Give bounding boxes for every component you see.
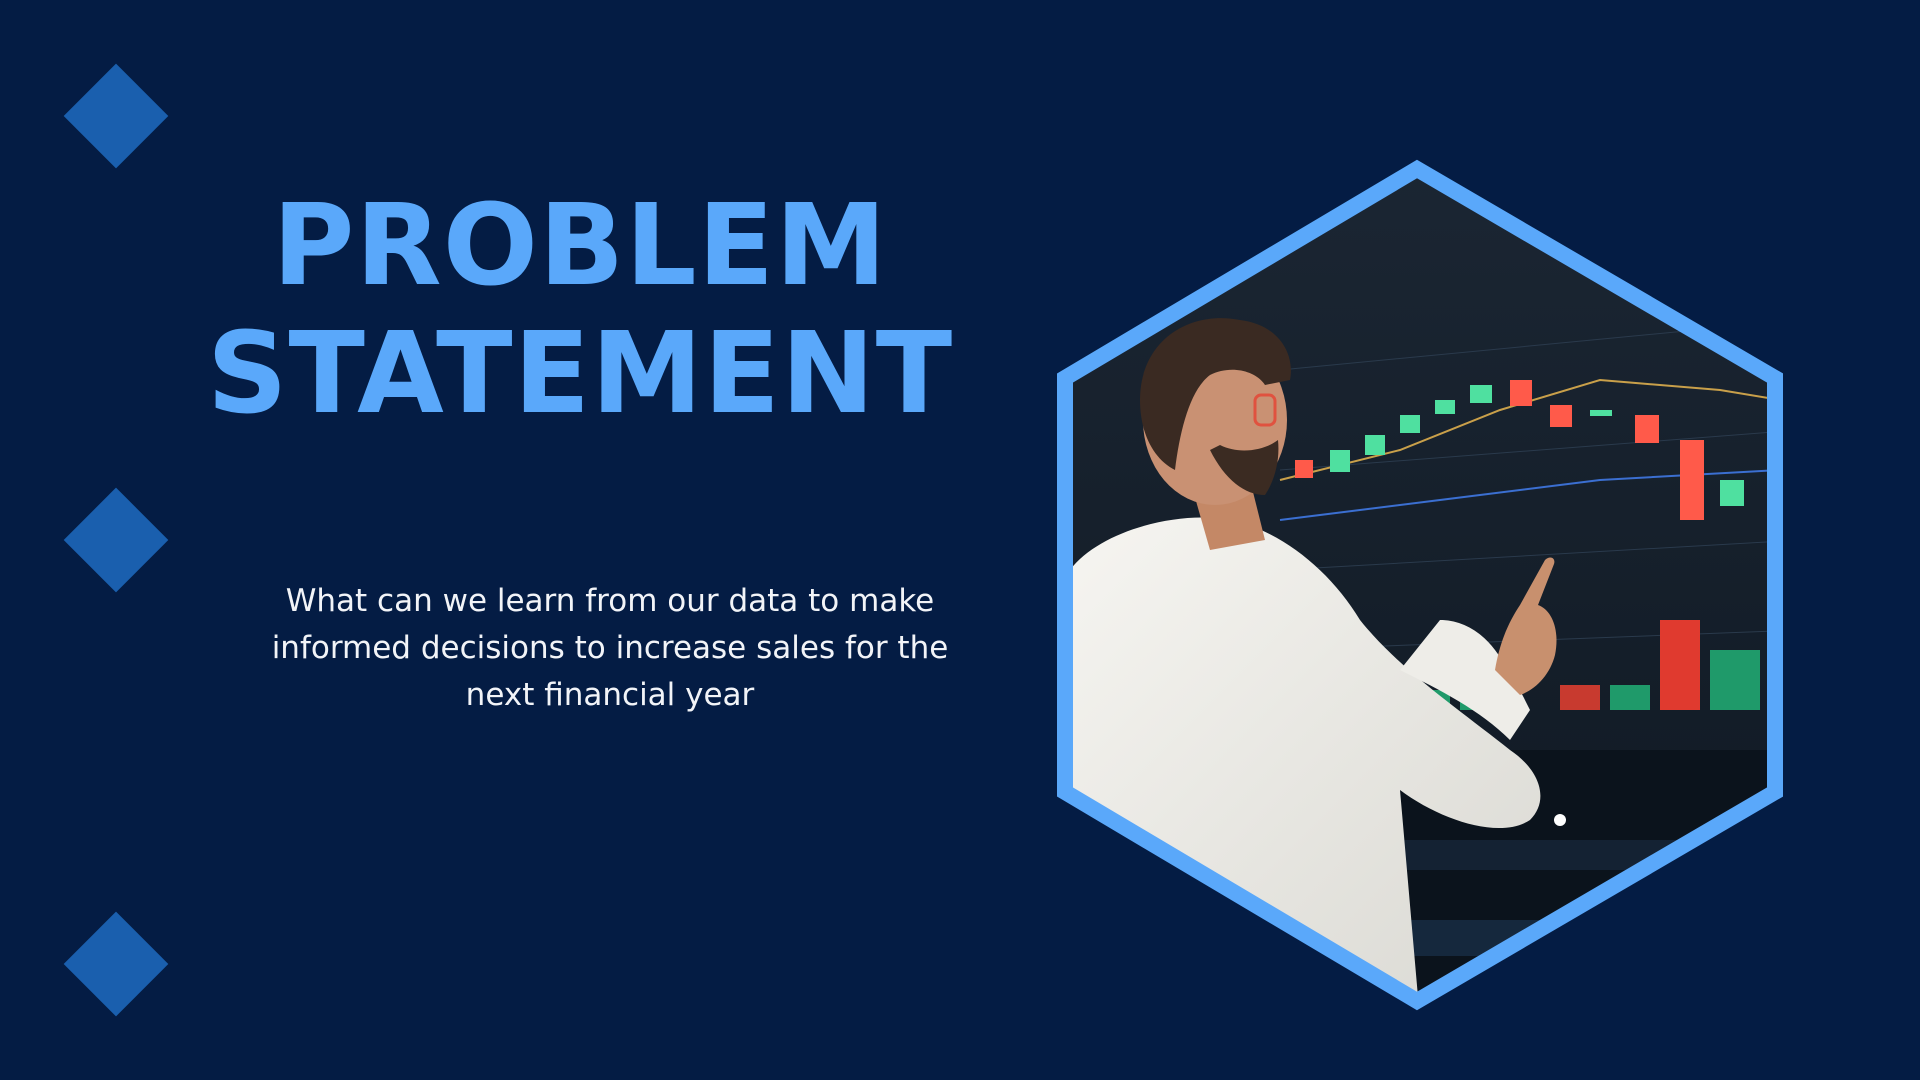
problem-statement-text: What can we learn from our data to make … bbox=[271, 583, 949, 713]
decorative-diamond-top bbox=[63, 63, 169, 169]
slide-title: PROBLEM STATEMENT bbox=[160, 182, 1000, 438]
title-line-2: STATEMENT bbox=[206, 309, 954, 439]
hexagon-photo bbox=[1057, 159, 1783, 1011]
decorative-diamond-bottom bbox=[63, 911, 169, 1017]
decorative-diamond-middle bbox=[63, 487, 169, 593]
photo-content bbox=[1065, 169, 1775, 1001]
title-line-1: PROBLEM bbox=[272, 181, 888, 311]
